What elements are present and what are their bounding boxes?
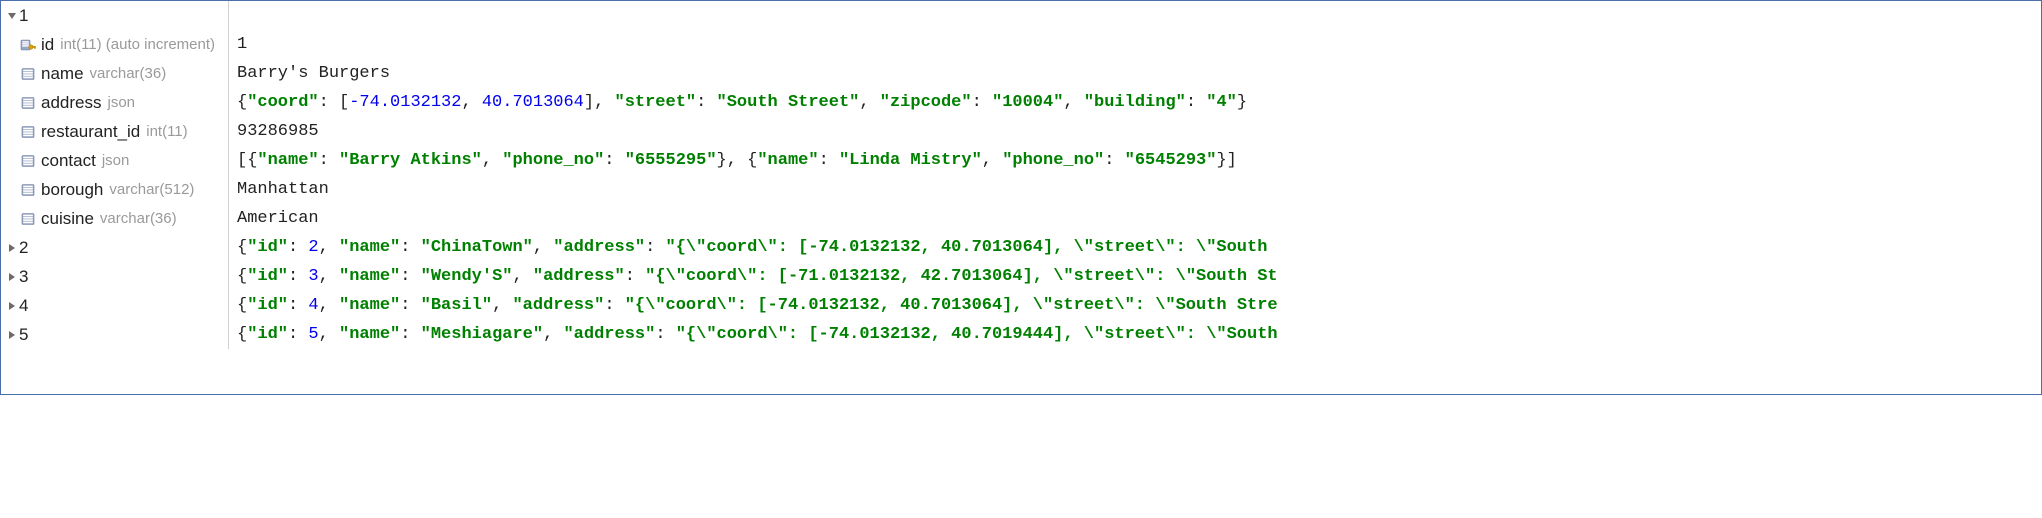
- field-value: [{"name": "Barry Atkins", "phone_no": "6…: [229, 146, 2041, 175]
- field-type: varchar(512): [109, 175, 194, 204]
- field-type: varchar(36): [100, 204, 177, 233]
- field-value: 93286985: [229, 117, 2041, 146]
- chevron-right-icon[interactable]: [5, 301, 19, 311]
- field-name: contact: [41, 146, 96, 175]
- column-icon: [20, 182, 36, 198]
- record-value: {"id": 5, "name": "Meshiagare", "address…: [229, 320, 2041, 349]
- field-name: cuisine: [41, 204, 94, 233]
- field-name: id: [41, 30, 54, 59]
- record-value: {"id": 3, "name": "Wendy'S", "address": …: [229, 262, 2041, 291]
- column-icon: [20, 66, 36, 82]
- field-row[interactable]: idint(11) (auto increment) 1: [1, 30, 2041, 59]
- column-icon: [20, 153, 36, 169]
- record-index: 5: [19, 320, 28, 349]
- chevron-right-icon[interactable]: [5, 330, 19, 340]
- field-row[interactable]: restaurant_idint(11) 93286985: [1, 117, 2041, 146]
- field-row[interactable]: boroughvarchar(512) Manhattan: [1, 175, 2041, 204]
- field-name: address: [41, 88, 101, 117]
- field-row[interactable]: namevarchar(36) Barry's Burgers: [1, 59, 2041, 88]
- column-icon: [20, 95, 36, 111]
- field-name: restaurant_id: [41, 117, 140, 146]
- field-type: json: [107, 88, 135, 117]
- chevron-down-icon[interactable]: [5, 11, 19, 21]
- record-row[interactable]: 1: [1, 1, 2041, 30]
- field-name: name: [41, 59, 84, 88]
- field-value: {"coord": [-74.0132132, 40.7013064], "st…: [229, 88, 2041, 117]
- chevron-right-icon[interactable]: [5, 272, 19, 282]
- field-row[interactable]: contactjson [{"name": "Barry Atkins", "ph…: [1, 146, 2041, 175]
- field-type: int(11) (auto increment): [60, 30, 215, 59]
- record-row[interactable]: 5 {"id": 5, "name": "Meshiagare", "addres…: [1, 320, 2041, 349]
- primary-key-icon: [20, 37, 36, 53]
- chevron-right-icon[interactable]: [5, 243, 19, 253]
- record-value: {"id": 2, "name": "ChinaTown", "address"…: [229, 233, 2041, 262]
- field-value: Barry's Burgers: [229, 59, 2041, 88]
- record-index: 4: [19, 291, 28, 320]
- field-row[interactable]: cuisinevarchar(36) American: [1, 204, 2041, 233]
- record-index: 3: [19, 262, 28, 291]
- field-value: Manhattan: [229, 175, 2041, 204]
- record-row[interactable]: 2 {"id": 2, "name": "ChinaTown", "address…: [1, 233, 2041, 262]
- field-value: 1: [229, 30, 2041, 59]
- record-index: 1: [19, 1, 28, 30]
- record-row[interactable]: 3 {"id": 3, "name": "Wendy'S", "address":…: [1, 262, 2041, 291]
- field-type: varchar(36): [90, 59, 167, 88]
- record-index: 2: [19, 233, 28, 262]
- field-value: American: [229, 204, 2041, 233]
- field-type: int(11): [146, 117, 187, 146]
- column-icon: [20, 211, 36, 227]
- record-value: {"id": 4, "name": "Basil", "address": "{…: [229, 291, 2041, 320]
- field-name: borough: [41, 175, 103, 204]
- result-tree-panel: 1idint(11) (auto increment)1namevarchar(…: [0, 0, 2042, 395]
- record-row[interactable]: 4 {"id": 4, "name": "Basil", "address": "…: [1, 291, 2041, 320]
- field-row[interactable]: addressjson {"coord": [-74.0132132, 40.70…: [1, 88, 2041, 117]
- field-type: json: [102, 146, 130, 175]
- column-icon: [20, 124, 36, 140]
